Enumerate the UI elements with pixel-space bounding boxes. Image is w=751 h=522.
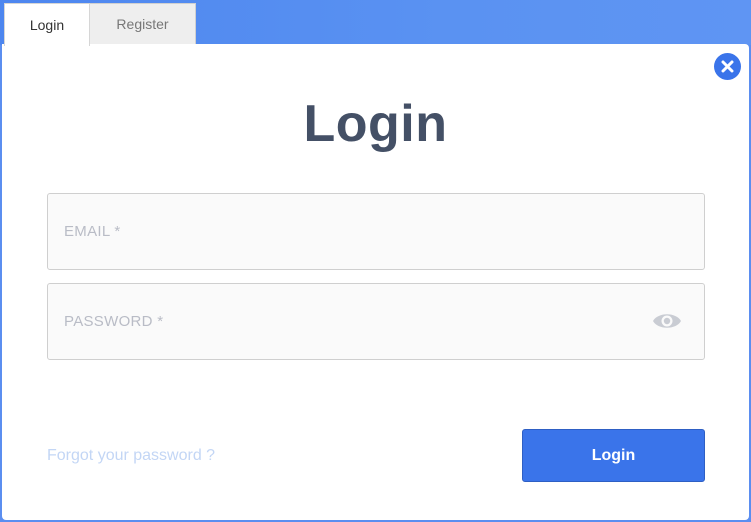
- forgot-password-link[interactable]: Forgot your password ?: [47, 447, 215, 465]
- tab-register[interactable]: Register: [90, 3, 196, 45]
- email-field-container: [47, 193, 705, 270]
- login-button[interactable]: Login: [522, 429, 705, 482]
- password-field[interactable]: [48, 284, 704, 359]
- login-modal: Login Forgot your password ? Login: [2, 44, 749, 520]
- page-title: Login: [303, 95, 448, 153]
- eye-icon[interactable]: [652, 310, 682, 332]
- close-icon: [721, 60, 734, 73]
- auth-tabs: Login Register: [4, 3, 196, 46]
- email-field[interactable]: [48, 194, 704, 269]
- close-button[interactable]: [714, 53, 741, 80]
- tab-login[interactable]: Login: [4, 3, 90, 46]
- password-field-container: [47, 283, 705, 360]
